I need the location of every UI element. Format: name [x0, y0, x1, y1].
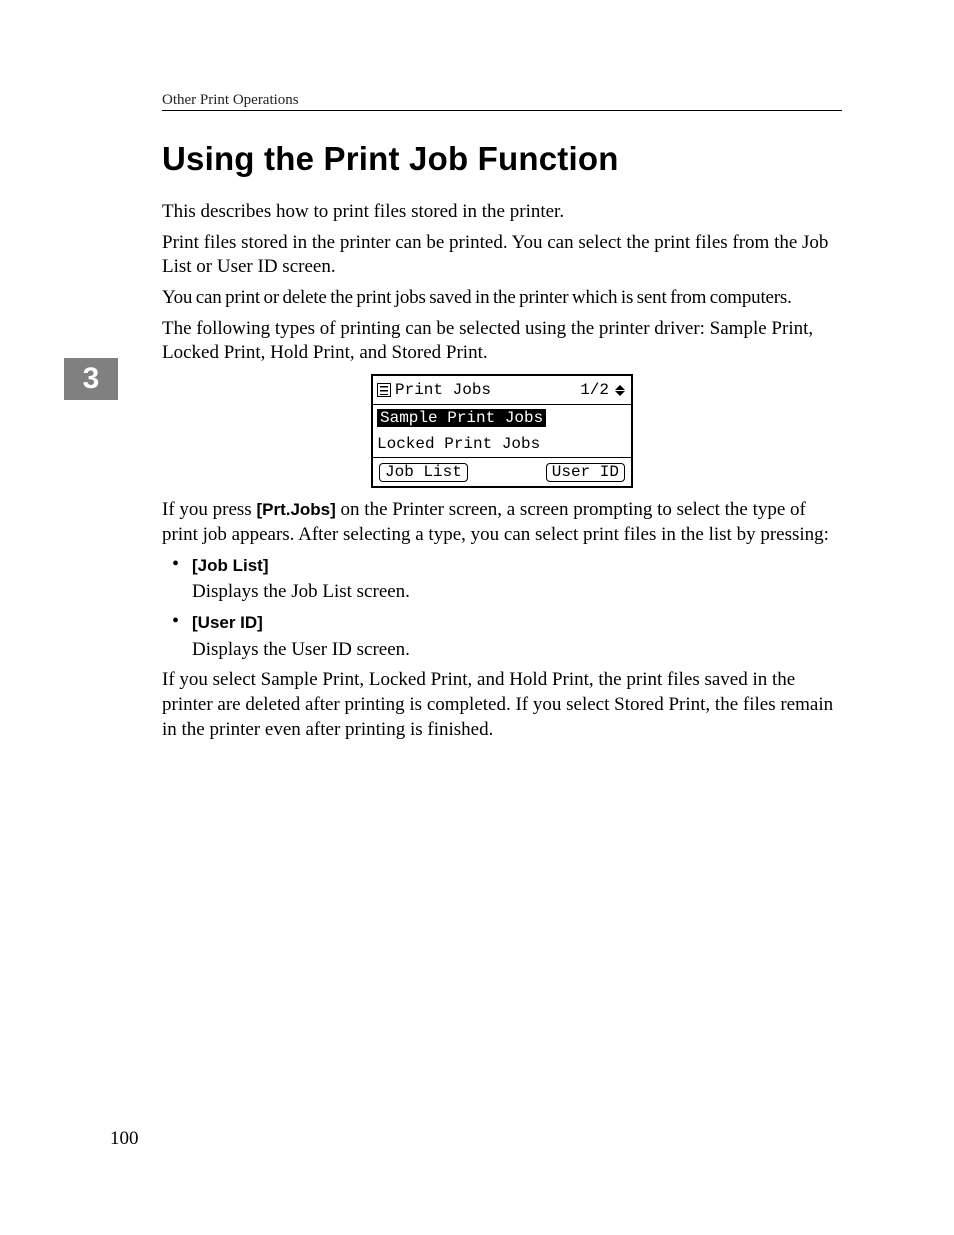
- lcd-title-text: Print Jobs: [395, 382, 491, 398]
- lcd-job-list-button: Job List: [379, 463, 468, 482]
- lcd-item-row: Locked Print Jobs: [373, 431, 631, 457]
- paragraph: Print files stored in the printer can be…: [162, 231, 842, 280]
- prt-jobs-key-label: [Prt.Jobs]: [256, 500, 335, 519]
- page-title: Using the Print Job Function: [162, 140, 619, 178]
- option-label: [Job List]: [192, 556, 269, 575]
- lcd-item: Locked Print Jobs: [377, 436, 540, 452]
- lcd-title-row: Print Jobs 1/2: [373, 376, 631, 405]
- page-number: 100: [110, 1128, 139, 1150]
- lcd-bottom-row: Job List User ID: [373, 457, 631, 486]
- option-description: Displays the User ID screen.: [192, 638, 842, 663]
- list-icon: [377, 383, 391, 397]
- printer-lcd: Print Jobs 1/2 Sample Print Jobs Locked …: [371, 374, 633, 488]
- chapter-tab: 3: [64, 358, 118, 400]
- lcd-pager: 1/2: [580, 382, 625, 398]
- paragraph: You can print or delete the print jobs s…: [162, 286, 842, 311]
- running-head: Other Print Operations: [162, 92, 299, 109]
- paragraph: This describes how to print files stored…: [162, 200, 842, 225]
- list-item: [User ID] Displays the User ID screen.: [162, 611, 842, 662]
- lcd-item-selected: Sample Print Jobs: [377, 409, 546, 427]
- lcd-title: Print Jobs: [377, 382, 491, 398]
- option-label: [User ID]: [192, 613, 263, 632]
- arrow-up-icon: [615, 385, 625, 390]
- list-item: [Job List] Displays the Job List screen.: [162, 554, 842, 605]
- body-text: This describes how to print files stored…: [162, 200, 842, 748]
- header-rule: [162, 110, 842, 111]
- document-page: Other Print Operations 3 Using the Print…: [0, 0, 954, 1235]
- paragraph: The following types of printing can be s…: [162, 317, 842, 366]
- text: If you press: [162, 499, 256, 520]
- paragraph: If you press [Prt.Jobs] on the Printer s…: [162, 498, 842, 547]
- option-description: Displays the Job List screen.: [192, 580, 842, 605]
- updown-arrows-icon: [615, 385, 625, 396]
- lcd-item-row: Sample Print Jobs: [373, 405, 631, 431]
- lcd-pager-text: 1/2: [580, 382, 609, 398]
- paragraph: If you select Sample Print, Locked Print…: [162, 668, 842, 742]
- arrow-down-icon: [615, 391, 625, 396]
- options-list: [Job List] Displays the Job List screen.…: [162, 554, 842, 663]
- lcd-user-id-button: User ID: [546, 463, 625, 482]
